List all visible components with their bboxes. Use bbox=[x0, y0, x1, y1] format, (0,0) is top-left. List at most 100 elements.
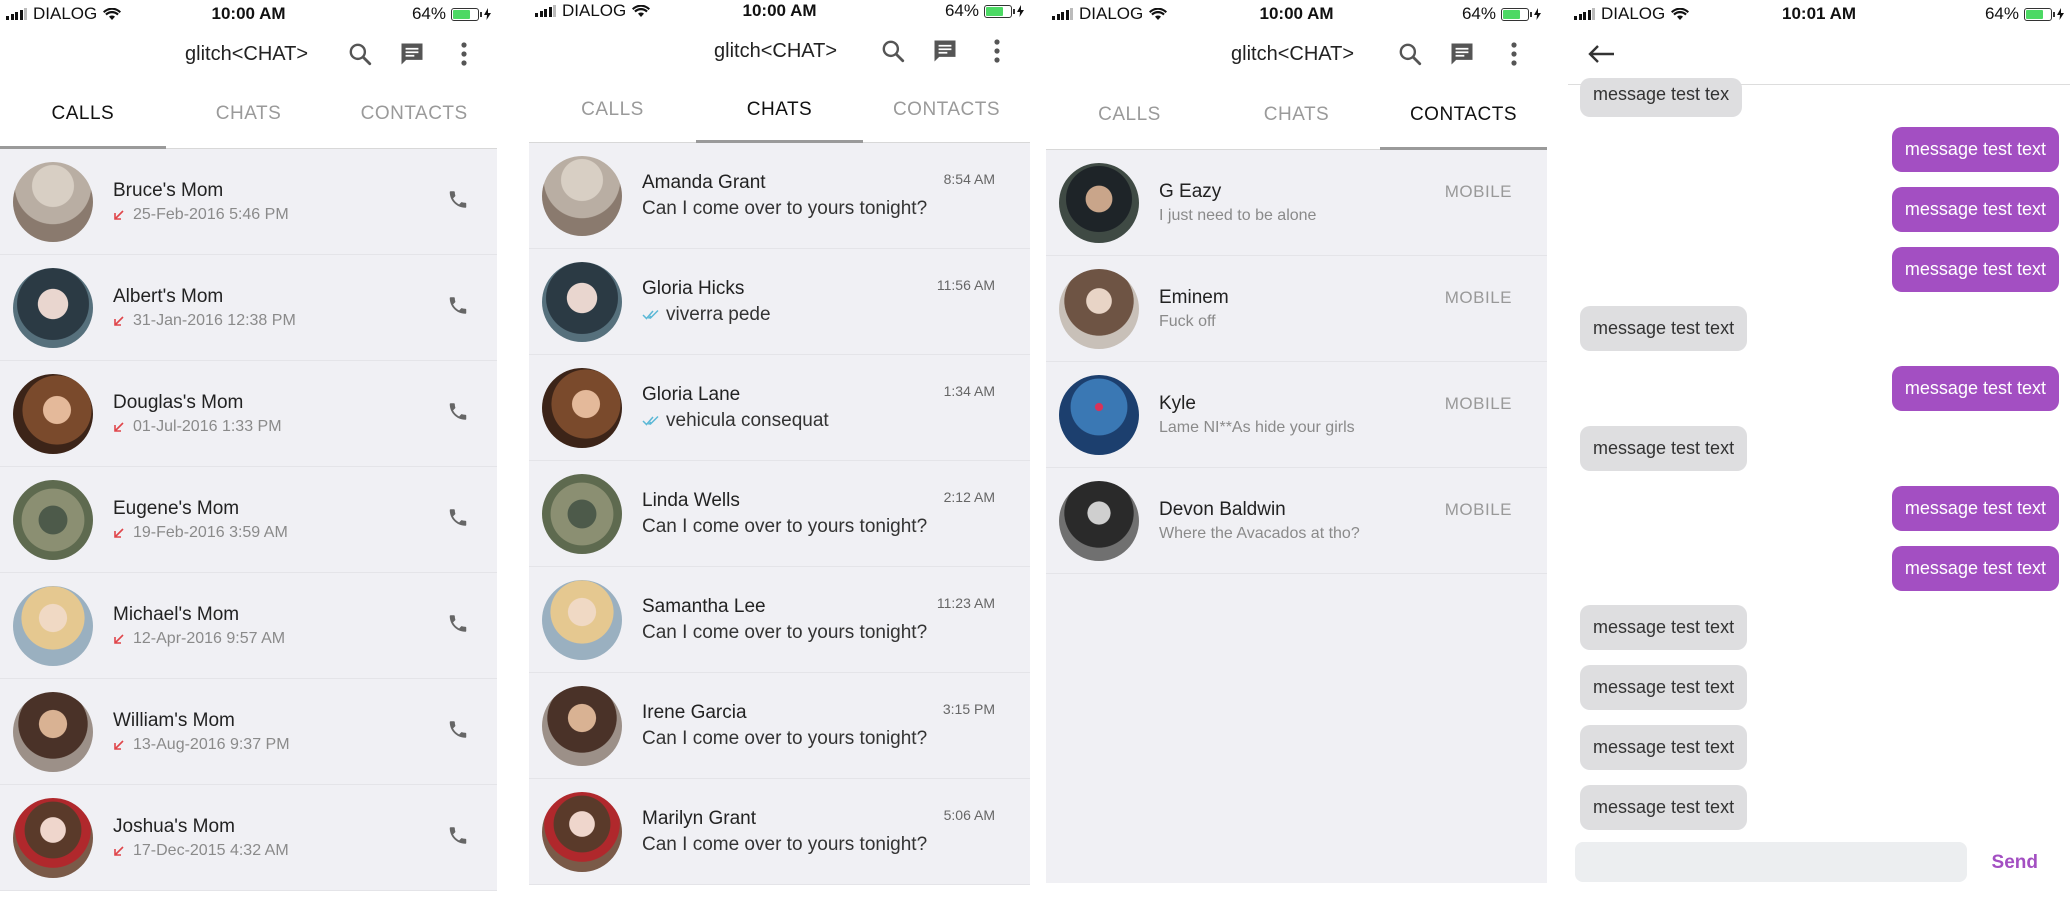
chat-row[interactable]: Gloria Hicks viverra pede 11:56 AM bbox=[529, 249, 1030, 355]
outgoing-message: message test text bbox=[1891, 366, 2059, 411]
tab-calls[interactable]: CALLS bbox=[0, 80, 166, 149]
phone-icon[interactable] bbox=[447, 188, 469, 215]
missed-call-icon bbox=[114, 739, 124, 750]
more-vert-icon[interactable] bbox=[1499, 39, 1529, 69]
status-bar: DIALOG 10:00 AM 64% bbox=[0, 0, 497, 28]
search-icon[interactable] bbox=[878, 36, 908, 66]
tab-bar: CALLS CHATS CONTACTS bbox=[0, 80, 497, 149]
search-icon[interactable] bbox=[1395, 39, 1425, 69]
phone-icon[interactable] bbox=[447, 400, 469, 427]
carrier-label: DIALOG bbox=[562, 1, 627, 20]
chat-time: 11:23 AM bbox=[936, 595, 995, 611]
incoming-message: message test text bbox=[1580, 306, 1748, 351]
message-input[interactable] bbox=[1575, 842, 1967, 882]
phone-icon[interactable] bbox=[447, 506, 469, 533]
avatar bbox=[13, 373, 93, 454]
contact-status: Lame NI**As hide your girls bbox=[1159, 418, 1355, 436]
calls-screen: DIALOG 10:00 AM 64% glitch<CHAT> CALLS C… bbox=[0, 0, 497, 898]
contact-list: G Eazy I just need to be alone MOBILE Em… bbox=[1046, 150, 1547, 883]
search-icon[interactable] bbox=[345, 39, 375, 69]
wifi-icon bbox=[632, 4, 651, 17]
avatar bbox=[13, 691, 93, 772]
contact-row[interactable]: Devon Baldwin Where the Avacados at tho?… bbox=[1046, 468, 1547, 574]
chat-row[interactable]: Amanda Grant Can I come over to yours to… bbox=[529, 143, 1030, 249]
signal-icon bbox=[535, 5, 556, 17]
contact-type: MOBILE bbox=[1444, 394, 1512, 413]
tab-contacts[interactable]: CONTACTS bbox=[331, 80, 497, 148]
conversation-screen: DIALOG 10:01 AM 64% message test tex mes… bbox=[1568, 0, 2070, 898]
chat-row[interactable]: Irene Garcia Can I come over to yours to… bbox=[529, 673, 1030, 779]
call-date: 25-Feb-2016 5:46 PM bbox=[133, 205, 289, 223]
missed-call-icon bbox=[114, 845, 124, 856]
tab-calls[interactable]: CALLS bbox=[529, 77, 696, 142]
call-row[interactable]: Douglas's Mom 01-Jul-2016 1:33 PM bbox=[0, 361, 497, 467]
charging-icon bbox=[484, 8, 491, 20]
avatar bbox=[1059, 480, 1139, 561]
battery-percent: 64% bbox=[411, 4, 446, 23]
missed-call-icon bbox=[114, 209, 124, 220]
signal-icon bbox=[1574, 8, 1595, 20]
avatar bbox=[542, 579, 622, 660]
back-arrow-icon[interactable] bbox=[1588, 44, 1616, 69]
call-row[interactable]: William's Mom 13-Aug-2016 9:37 PM bbox=[0, 679, 497, 785]
clock: 10:01 AM bbox=[1781, 4, 1857, 23]
app-bar: glitch<CHAT> bbox=[1046, 28, 1547, 80]
more-vert-icon[interactable] bbox=[449, 39, 479, 69]
contact-row[interactable]: Eminem Fuck off MOBILE bbox=[1046, 256, 1547, 362]
call-name: Joshua's Mom bbox=[113, 815, 235, 837]
chat-row[interactable]: Samantha Lee Can I come over to yours to… bbox=[529, 567, 1030, 673]
send-button[interactable]: Send bbox=[1992, 852, 2038, 874]
app-title: glitch<CHAT> bbox=[1231, 42, 1355, 65]
contact-type: MOBILE bbox=[1444, 182, 1512, 201]
tab-calls[interactable]: CALLS bbox=[1046, 80, 1213, 149]
phone-icon[interactable] bbox=[447, 718, 469, 745]
chat-row[interactable]: Linda Wells Can I come over to yours ton… bbox=[529, 461, 1030, 567]
incoming-message: message test text bbox=[1580, 725, 1748, 770]
tab-chats[interactable]: CHATS bbox=[166, 80, 332, 148]
battery-percent: 64% bbox=[1984, 4, 2019, 23]
message-icon[interactable] bbox=[397, 39, 427, 69]
charging-icon bbox=[2057, 8, 2064, 20]
phone-icon[interactable] bbox=[447, 612, 469, 639]
contact-row[interactable]: G Eazy I just need to be alone MOBILE bbox=[1046, 150, 1547, 256]
tab-chats[interactable]: CHATS bbox=[1213, 80, 1380, 149]
call-row[interactable]: Albert's Mom 31-Jan-2016 12:38 PM bbox=[0, 255, 497, 361]
tab-contacts[interactable]: CONTACTS bbox=[863, 77, 1030, 142]
phone-icon[interactable] bbox=[447, 294, 469, 321]
missed-call-icon bbox=[114, 421, 124, 432]
missed-call-icon bbox=[114, 315, 124, 326]
contact-row[interactable]: Kyle Lame NI**As hide your girls MOBILE bbox=[1046, 362, 1547, 468]
call-date: 12-Apr-2016 9:57 AM bbox=[133, 629, 286, 647]
contact-type: MOBILE bbox=[1444, 500, 1512, 519]
double-check-icon bbox=[642, 415, 659, 426]
message-icon[interactable] bbox=[930, 36, 960, 66]
app-bar: glitch<CHAT> bbox=[529, 25, 1030, 77]
chat-list: Amanda Grant Can I come over to yours to… bbox=[529, 143, 1030, 885]
wifi-icon bbox=[103, 7, 122, 20]
carrier-label: DIALOG bbox=[33, 4, 98, 23]
call-row[interactable]: Eugene's Mom 19-Feb-2016 3:59 AM bbox=[0, 467, 497, 573]
tab-bar: CALLS CHATS CONTACTS bbox=[529, 77, 1030, 143]
tab-chats[interactable]: CHATS bbox=[696, 77, 863, 143]
tab-contacts[interactable]: CONTACTS bbox=[1380, 80, 1547, 150]
call-date: 31-Jan-2016 12:38 PM bbox=[133, 311, 296, 329]
message-icon[interactable] bbox=[1447, 39, 1477, 69]
chat-row[interactable]: Marilyn Grant Can I come over to yours t… bbox=[529, 779, 1030, 885]
call-row[interactable]: Joshua's Mom 17-Dec-2015 4:32 AM bbox=[0, 785, 497, 891]
call-row[interactable]: Bruce's Mom 25-Feb-2016 5:46 PM bbox=[0, 149, 497, 255]
outgoing-message: message test text bbox=[1891, 187, 2059, 232]
chat-row[interactable]: Gloria Lane vehicula consequat 1:34 AM bbox=[529, 355, 1030, 461]
battery-icon bbox=[2024, 7, 2055, 21]
charging-icon bbox=[1534, 8, 1541, 20]
avatar bbox=[13, 479, 93, 560]
more-vert-icon[interactable] bbox=[982, 36, 1012, 66]
double-check-icon bbox=[642, 309, 659, 320]
wifi-icon bbox=[1671, 7, 1690, 20]
avatar bbox=[1059, 162, 1139, 243]
app-title: glitch<CHAT> bbox=[185, 42, 309, 65]
call-row[interactable]: Michael's Mom 12-Apr-2016 9:57 AM bbox=[0, 573, 497, 679]
phone-icon[interactable] bbox=[447, 824, 469, 851]
avatar bbox=[542, 367, 622, 448]
chat-time: 2:12 AM bbox=[943, 489, 995, 505]
tab-bar: CALLS CHATS CONTACTS bbox=[1046, 80, 1547, 150]
